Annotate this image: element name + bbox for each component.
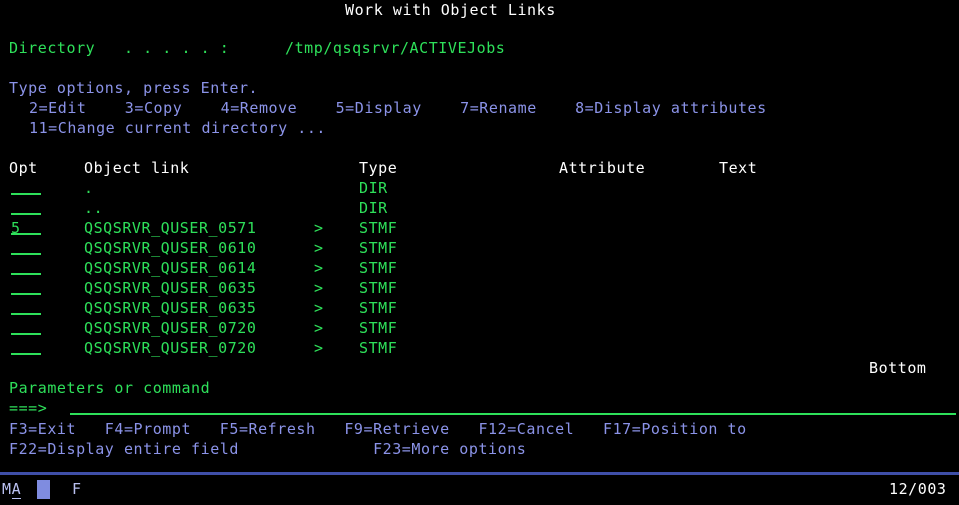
opt-input[interactable] bbox=[11, 258, 41, 278]
opt-input-underline bbox=[11, 278, 41, 295]
object-link-type: STMF bbox=[359, 259, 398, 277]
opt-input-underline bbox=[11, 298, 41, 315]
instruction-text: Type options, press Enter. bbox=[9, 79, 259, 97]
status-bar: MA F 12/003 bbox=[0, 472, 959, 505]
opt-input[interactable] bbox=[11, 298, 41, 318]
opt-input[interactable] bbox=[11, 238, 41, 258]
column-header-type: Type bbox=[359, 159, 398, 177]
object-link-more-indicator: > bbox=[314, 219, 324, 237]
object-link-more-indicator: > bbox=[314, 279, 324, 297]
status-cursor-position: 12/003 bbox=[889, 480, 947, 498]
object-link-name[interactable]: QSQSRVR_QUSER_0571 bbox=[84, 218, 256, 238]
opt-input[interactable] bbox=[11, 178, 41, 198]
object-link-name[interactable]: QSQSRVR_QUSER_0635 bbox=[84, 298, 256, 318]
object-link-type: STMF bbox=[359, 319, 398, 337]
object-link-type: DIR bbox=[359, 199, 388, 217]
opt-input-underline bbox=[11, 178, 41, 195]
status-mode-text: MA bbox=[2, 480, 22, 499]
command-prompt: ===> bbox=[9, 399, 48, 417]
opt-input-underline bbox=[11, 258, 41, 275]
opt-input-underline bbox=[11, 338, 41, 355]
directory-label: Directory . . . . . : bbox=[9, 39, 230, 57]
command-label: Parameters or command bbox=[9, 379, 211, 397]
object-link-name[interactable]: QSQSRVR_QUSER_0720 bbox=[84, 338, 256, 358]
column-header-attribute: Attribute bbox=[559, 159, 646, 177]
object-link-name[interactable]: QSQSRVR_QUSER_0614 bbox=[84, 258, 256, 278]
object-link-type: STMF bbox=[359, 219, 398, 237]
directory-path: /tmp/qsqsrvr/ACTIVEJobs bbox=[285, 39, 506, 57]
opt-input[interactable] bbox=[11, 338, 41, 358]
opt-input[interactable] bbox=[11, 318, 41, 338]
page-title: Work with Object Links bbox=[345, 1, 556, 19]
column-header-text: Text bbox=[719, 159, 758, 177]
column-header-object-link: Object link bbox=[84, 159, 190, 177]
status-insert-indicator: F bbox=[72, 480, 82, 498]
object-link-name[interactable]: . bbox=[84, 178, 94, 198]
status-cursor-block bbox=[37, 480, 50, 499]
object-link-type: STMF bbox=[359, 339, 398, 357]
object-link-more-indicator: > bbox=[314, 319, 324, 337]
object-link-name[interactable]: QSQSRVR_QUSER_0635 bbox=[84, 278, 256, 298]
object-link-name[interactable]: QSQSRVR_QUSER_0720 bbox=[84, 318, 256, 338]
options-line-1: 2=Edit 3=Copy 4=Remove 5=Display 7=Renam… bbox=[29, 99, 767, 117]
opt-input[interactable] bbox=[11, 278, 41, 298]
opt-input-underline bbox=[11, 198, 41, 215]
terminal-screen: Work with Object Links Directory . . . .… bbox=[0, 0, 959, 505]
object-link-name[interactable]: .. bbox=[84, 198, 103, 218]
column-header-opt: Opt bbox=[9, 159, 38, 177]
function-keys-line-2: F22=Display entire field F23=More option… bbox=[9, 440, 527, 458]
opt-input-underline bbox=[11, 238, 41, 255]
opt-input-value: 5 bbox=[11, 219, 21, 237]
scroll-indicator: Bottom bbox=[869, 359, 927, 377]
object-link-name[interactable]: QSQSRVR_QUSER_0610 bbox=[84, 238, 256, 258]
object-link-more-indicator: > bbox=[314, 259, 324, 277]
object-link-more-indicator: > bbox=[314, 239, 324, 257]
function-keys-line-1: F3=Exit F4=Prompt F5=Refresh F9=Retrieve… bbox=[9, 420, 747, 438]
object-link-type: STMF bbox=[359, 279, 398, 297]
object-link-more-indicator: > bbox=[314, 339, 324, 357]
opt-input[interactable] bbox=[11, 198, 41, 218]
object-link-more-indicator: > bbox=[314, 299, 324, 317]
object-link-type: STMF bbox=[359, 239, 398, 257]
opt-input-underline bbox=[11, 318, 41, 335]
status-mode-indicator: MA bbox=[2, 479, 22, 499]
object-link-type: DIR bbox=[359, 179, 388, 197]
opt-input[interactable]: 5 bbox=[11, 218, 41, 238]
object-link-type: STMF bbox=[359, 299, 398, 317]
command-input-underline[interactable] bbox=[70, 413, 956, 415]
options-line-2: 11=Change current directory ... bbox=[29, 119, 327, 137]
